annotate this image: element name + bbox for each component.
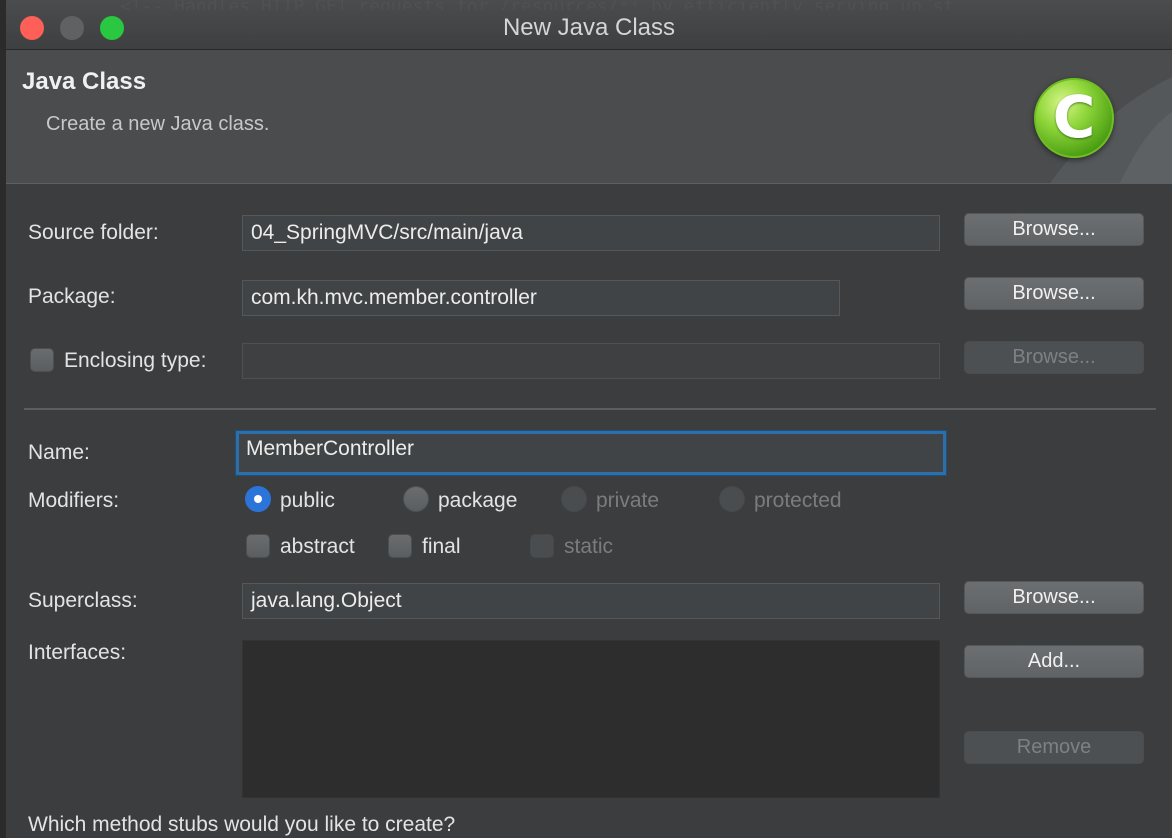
modifiers-label: Modifiers: (28, 489, 120, 512)
source-folder-input[interactable]: 04_SpringMVC/src/main/java (242, 215, 940, 251)
modifier-protected-radio[interactable] (719, 486, 745, 512)
package-browse-button[interactable]: Browse... (964, 277, 1144, 310)
enclosing-type-browse-button[interactable]: Browse... (964, 341, 1144, 374)
method-stubs-question: Which method stubs would you like to cre… (28, 813, 456, 836)
package-label: Package: (28, 285, 116, 308)
source-folder-label: Source folder: (28, 221, 159, 244)
wizard-description: Create a new Java class. (46, 113, 270, 135)
enclosing-type-label: Enclosing type: (64, 349, 207, 372)
remove-interface-button[interactable]: Remove (964, 731, 1144, 764)
modifier-abstract-label: abstract (280, 535, 355, 558)
modifier-public-label: public (280, 489, 335, 512)
modifier-static-label: static (564, 535, 614, 558)
modifier-package-label: package (438, 489, 518, 512)
wizard-title: Java Class (22, 68, 147, 95)
modifier-protected-label: protected (754, 489, 842, 512)
modifier-package-radio[interactable] (403, 486, 429, 512)
name-label: Name: (28, 441, 90, 464)
interfaces-list[interactable] (242, 640, 940, 798)
section-divider (24, 408, 1156, 410)
java-class-icon-letter: C (1052, 83, 1096, 151)
background-editor-text: <!-- Handles HTTP GET requests for /reso… (120, 0, 1172, 10)
modifier-static-checkbox[interactable] (530, 534, 554, 558)
enclosing-type-checkbox[interactable] (30, 348, 54, 372)
interfaces-label: Interfaces: (28, 641, 127, 664)
window-title: New Java Class (502, 14, 676, 41)
modifier-private-radio[interactable] (561, 486, 587, 512)
modifier-public-radio[interactable] (245, 486, 271, 512)
superclass-browse-button[interactable]: Browse... (964, 581, 1144, 614)
modifier-final-checkbox[interactable] (388, 534, 412, 558)
enclosing-type-input[interactable] (242, 343, 940, 379)
superclass-input[interactable]: java.lang.Object (242, 583, 940, 619)
header-divider (6, 183, 1172, 184)
source-folder-browse-button[interactable]: Browse... (964, 213, 1144, 246)
modifier-abstract-checkbox[interactable] (246, 534, 270, 558)
add-interface-button[interactable]: Add... (964, 645, 1144, 678)
name-input[interactable]: MemberController (236, 431, 946, 475)
superclass-label: Superclass: (28, 589, 138, 612)
modifier-final-label: final (422, 535, 461, 558)
modifier-private-label: private (596, 489, 660, 512)
package-input[interactable]: com.kh.mvc.member.controller (242, 280, 840, 316)
